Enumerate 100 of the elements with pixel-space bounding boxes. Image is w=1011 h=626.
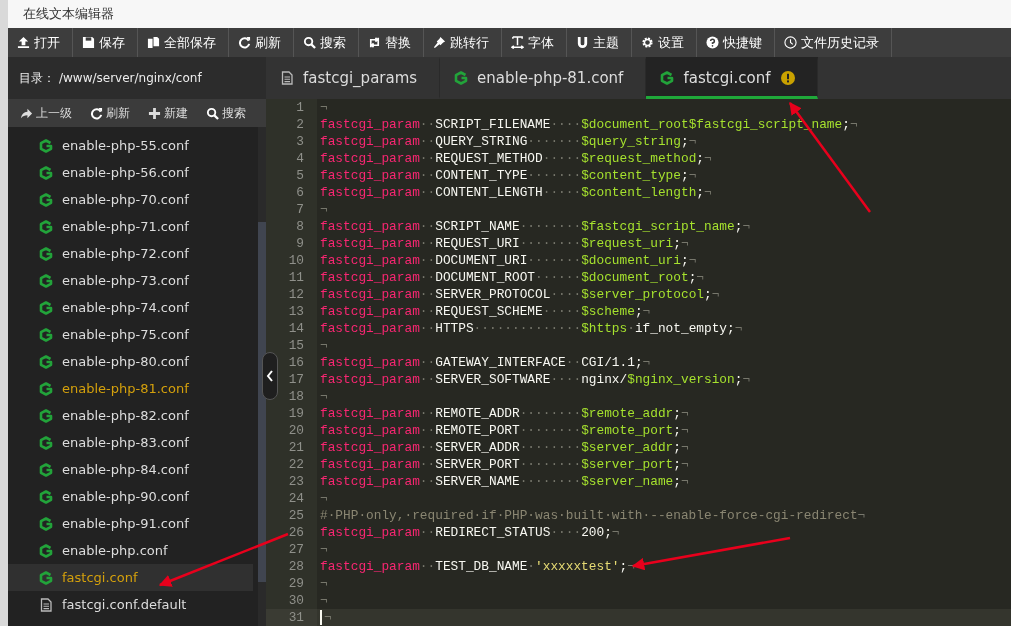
code-keyword: fastcgi_param [320, 304, 420, 319]
file-item[interactable]: enable-php-75.conf [8, 321, 253, 348]
line-number: 5 [266, 167, 317, 184]
nginx-g-icon [39, 219, 53, 234]
file-item[interactable]: enable-php-82.conf [8, 402, 253, 429]
whitespace-marker: ·· [565, 355, 582, 370]
code-variable: $nginx_version [627, 372, 735, 387]
code-variable: $https [581, 321, 628, 336]
code-keyword: fastcgi_param [320, 355, 420, 370]
whitespace-marker: ¬ [320, 491, 328, 506]
whitespace-marker: ········ [519, 457, 582, 472]
swap-icon [368, 36, 381, 49]
scrollbar[interactable] [258, 127, 266, 626]
whitespace-marker: ·· [419, 151, 436, 166]
code-keyword: fastcgi_param [320, 321, 420, 336]
code-variable: $request_method [581, 151, 697, 166]
line-number: 3 [266, 133, 317, 150]
code-keyword: fastcgi_param [320, 236, 420, 251]
whitespace-marker: ¬ [320, 542, 328, 557]
file-item[interactable]: fastcgi.conf [8, 564, 253, 591]
file-item[interactable]: enable-php-72.conf [8, 240, 253, 267]
code-param-name: REQUEST_SCHEME [435, 304, 543, 319]
file-item[interactable]: enable-php-70.conf [8, 186, 253, 213]
code-keyword: fastcgi_param [320, 525, 420, 540]
whitespace-marker: ····· [542, 304, 582, 319]
code-param-name: CONTENT_TYPE [435, 168, 528, 183]
nginx-g-icon [39, 192, 53, 207]
code-param-name: SERVER_SOFTWARE [435, 372, 551, 387]
file-item[interactable]: enable-php-91.conf [8, 510, 253, 537]
file-item[interactable]: enable-php-55.conf [8, 132, 253, 159]
text-cursor [320, 610, 322, 625]
whitespace-marker: ········ [519, 236, 582, 251]
code-param-name: REMOTE_PORT [435, 423, 520, 438]
collapse-sidebar-button[interactable] [262, 352, 278, 400]
whitespace-marker: ¬ [320, 338, 328, 353]
copy-icon [147, 36, 160, 49]
code-text: ; [680, 168, 689, 183]
file-item[interactable]: enable-php-81.conf [8, 375, 253, 402]
whitespace-marker: ¬ [680, 440, 689, 455]
file-item[interactable]: fastcgi.conf.default [8, 591, 253, 618]
file-item[interactable]: enable-php-74.conf [8, 294, 253, 321]
whitespace-marker: ¬ [680, 423, 689, 438]
file-item[interactable]: enable-php-90.conf [8, 483, 253, 510]
whitespace-marker: ·· [419, 525, 436, 540]
code-text: ; [734, 372, 743, 387]
whitespace-marker: ······· [527, 134, 582, 149]
file-item[interactable]: enable-php-56.conf [8, 159, 253, 186]
whitespace-marker: ¬ [324, 610, 332, 625]
code-text: nginx/ [581, 372, 628, 387]
sidebar-action-button[interactable]: 上一级 [8, 104, 78, 122]
code-variable: $content_length [581, 185, 697, 200]
code-keyword: fastcgi_param [320, 423, 420, 438]
code-keyword: fastcgi_param [320, 185, 420, 200]
code-text: ; [688, 270, 697, 285]
file-item[interactable]: enable-php-71.conf [8, 213, 253, 240]
directory-label: 目录： [19, 69, 55, 87]
code-keyword: fastcgi_param [320, 287, 420, 302]
whitespace-marker: ¬ [688, 168, 697, 183]
whitespace-marker: ¬ [704, 185, 712, 200]
code-text: ; [673, 236, 681, 251]
code-param-name: GATEWAY_INTERFACE [435, 355, 566, 370]
file-item[interactable]: enable-php-84.conf [8, 456, 253, 483]
code-text: ; [619, 559, 628, 574]
line-number: 26 [266, 524, 317, 541]
code-param-name: SERVER_PORT [435, 457, 520, 472]
sidebar-action-button[interactable]: 搜索 [194, 104, 252, 122]
code-text: ; [704, 287, 712, 302]
code-keyword: fastcgi_param [320, 151, 420, 166]
file-tab[interactable]: fastcgi.conf [646, 57, 818, 99]
whitespace-marker: ···· [550, 117, 582, 132]
line-number: 29 [266, 575, 317, 592]
code-param-name: REQUEST_URI [435, 236, 520, 251]
whitespace-marker: ·· [419, 321, 436, 336]
code-keyword: fastcgi_param [320, 117, 420, 132]
file-item[interactable]: enable-php.conf [8, 537, 253, 564]
line-number: 23 [266, 473, 317, 490]
whitespace-marker: · [627, 321, 635, 336]
code-param-name: SCRIPT_FILENAME [435, 117, 551, 132]
code-text: ; [680, 253, 689, 268]
line-number: 12 [266, 286, 317, 303]
code-param-name: HTTPS [435, 321, 474, 336]
code-param-name: CONTENT_LENGTH [435, 185, 543, 200]
file-item[interactable]: enable-php-83.conf [8, 429, 253, 456]
whitespace-marker: ······· [527, 253, 582, 268]
code-param-name: SERVER_NAME [435, 474, 520, 489]
whitespace-marker: ·· [419, 457, 436, 472]
sidebar-action-button[interactable]: 刷新 [78, 104, 136, 122]
line-number: 15 [266, 337, 317, 354]
code-variable: $document_root [581, 270, 689, 285]
code-keyword: fastcgi_param [320, 406, 420, 421]
file-item[interactable]: enable-php-73.conf [8, 267, 253, 294]
whitespace-marker: ¬ [320, 100, 328, 115]
save-icon [82, 36, 95, 49]
line-number: 4 [266, 150, 317, 167]
code-param-name: TEST_DB_NAME [435, 559, 528, 574]
whitespace-marker: ¬ [320, 202, 328, 217]
sidebar-action-button[interactable]: 新建 [136, 104, 194, 122]
code-text: ; [842, 117, 850, 132]
code-text: ; [696, 151, 704, 166]
file-item[interactable]: enable-php-80.conf [8, 348, 253, 375]
